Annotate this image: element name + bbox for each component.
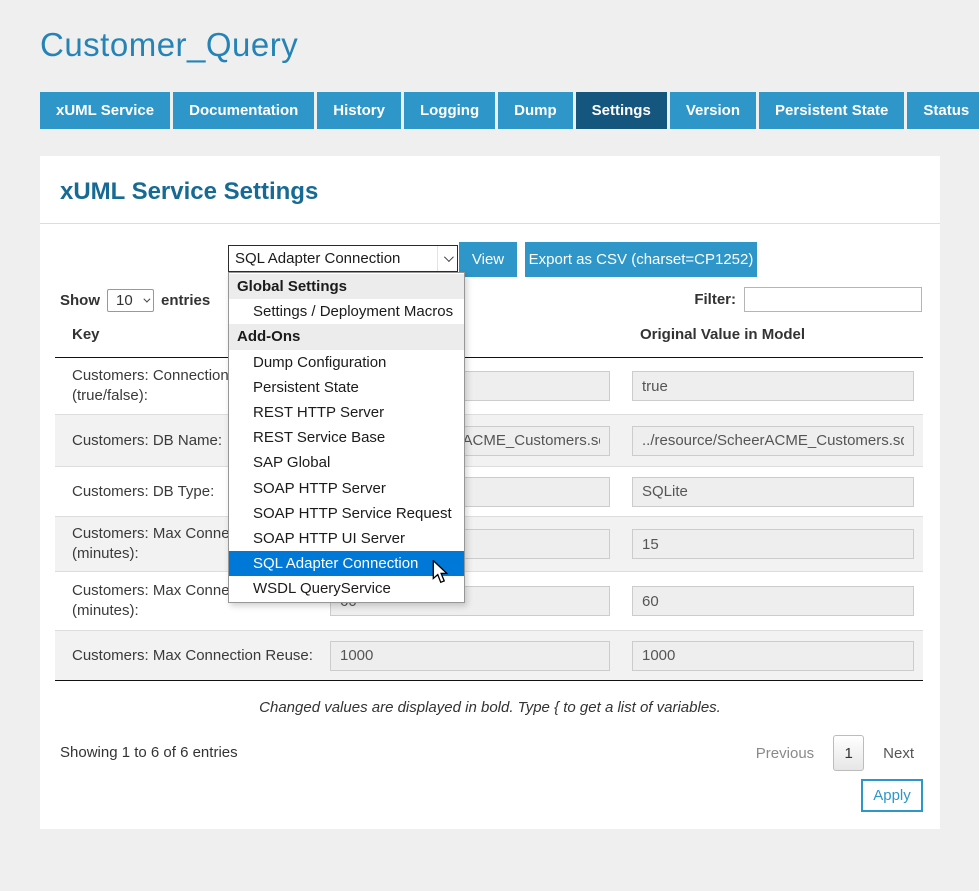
tab-dump[interactable]: Dump [498, 92, 573, 129]
setting-original-value [632, 529, 914, 559]
setting-original-value [632, 477, 914, 507]
filter-input[interactable] [744, 287, 922, 312]
tab-status[interactable]: Status [907, 92, 979, 129]
setting-value-input[interactable] [330, 641, 610, 671]
page-number-button[interactable]: 1 [833, 735, 864, 771]
tab-settings[interactable]: Settings [576, 92, 667, 129]
page-title: Customer_Query [40, 26, 940, 64]
view-button[interactable]: View [459, 242, 517, 277]
dropdown-group-global-settings: Global Settings [229, 274, 464, 299]
heading-divider [40, 223, 940, 224]
settings-panel: xUML Service Settings SQL Adapter Connec… [40, 156, 940, 829]
tab-xuml-service[interactable]: xUML Service [40, 92, 170, 129]
settings-category-select[interactable]: SQL Adapter Connection [228, 245, 458, 272]
setting-original-value [632, 586, 914, 616]
dropdown-option-sap-global[interactable]: SAP Global [229, 450, 464, 475]
page: Customer_Query xUML Service Documentatio… [0, 26, 979, 829]
dropdown-option-rest-service-base[interactable]: REST Service Base [229, 425, 464, 450]
chevron-down-icon [143, 296, 150, 303]
setting-original-value [632, 371, 914, 401]
page-length-value: 10 [116, 292, 133, 309]
showing-entries-info: Showing 1 to 6 of 6 entries [60, 744, 238, 761]
tab-persistent-state[interactable]: Persistent State [759, 92, 904, 129]
dropdown-option-soap-http-service-request[interactable]: SOAP HTTP Service Request [229, 501, 464, 526]
next-page-button[interactable]: Next [883, 745, 914, 762]
tab-history[interactable]: History [317, 92, 401, 129]
settings-category-select-value: SQL Adapter Connection [229, 250, 437, 267]
table-row: Customers: DB Type: [55, 466, 923, 516]
column-header-original-value: Original Value in Model [640, 326, 805, 343]
tab-bar: xUML Service Documentation History Loggi… [40, 92, 940, 129]
page-length-select[interactable]: 10 [107, 289, 154, 312]
tab-documentation[interactable]: Documentation [173, 92, 314, 129]
export-csv-button[interactable]: Export as CSV (charset=CP1252) [525, 242, 757, 277]
setting-key: Customers: Max Connection Reuse: [55, 646, 345, 666]
table-row: Customers: DB Name: [55, 414, 923, 466]
dropdown-group-add-ons: Add-Ons [229, 324, 464, 349]
show-entries-control: Show 10 entries [60, 289, 210, 312]
tab-logging[interactable]: Logging [404, 92, 495, 129]
dropdown-option-soap-http-server[interactable]: SOAP HTTP Server [229, 476, 464, 501]
bold-values-note: Changed values are displayed in bold. Ty… [40, 699, 940, 716]
chevron-down-icon [437, 246, 457, 271]
column-header-key: Key [72, 326, 100, 343]
dropdown-option-soap-http-ui-server[interactable]: SOAP HTTP UI Server [229, 526, 464, 551]
table-row: Customers: Max Connection Reuse: [55, 630, 923, 680]
show-label: Show [60, 292, 100, 309]
dropdown-option-sql-adapter-connection[interactable]: SQL Adapter Connection [229, 551, 464, 576]
tab-version[interactable]: Version [670, 92, 756, 129]
dropdown-option-wsdl-queryservice[interactable]: WSDL QueryService [229, 576, 464, 601]
dropdown-option-persistent-state[interactable]: Persistent State [229, 375, 464, 400]
filter-control: Filter: [694, 287, 922, 312]
dropdown-option-dump-configuration[interactable]: Dump Configuration [229, 350, 464, 375]
dropdown-option-settings-deployment-macros[interactable]: Settings / Deployment Macros [229, 299, 464, 324]
previous-page-button[interactable]: Previous [756, 745, 814, 762]
filter-label: Filter: [694, 291, 736, 308]
entries-label: entries [161, 292, 210, 309]
table-row: Customers: Max Connection Age (minutes): [55, 516, 923, 571]
settings-category-dropdown: Global Settings Settings / Deployment Ma… [228, 272, 465, 603]
pagination: Previous 1 Next [756, 735, 914, 771]
panel-heading: xUML Service Settings [60, 178, 318, 206]
dropdown-option-rest-http-server[interactable]: REST HTTP Server [229, 400, 464, 425]
table-row: Customers: Connection Pooling (true/fals… [55, 358, 923, 414]
table-row: Customers: Max Connection Idle (minutes)… [55, 571, 923, 630]
settings-table: Customers: Connection Pooling (true/fals… [55, 357, 923, 681]
setting-original-value [632, 426, 914, 456]
apply-button[interactable]: Apply [861, 779, 923, 812]
setting-original-value [632, 641, 914, 671]
